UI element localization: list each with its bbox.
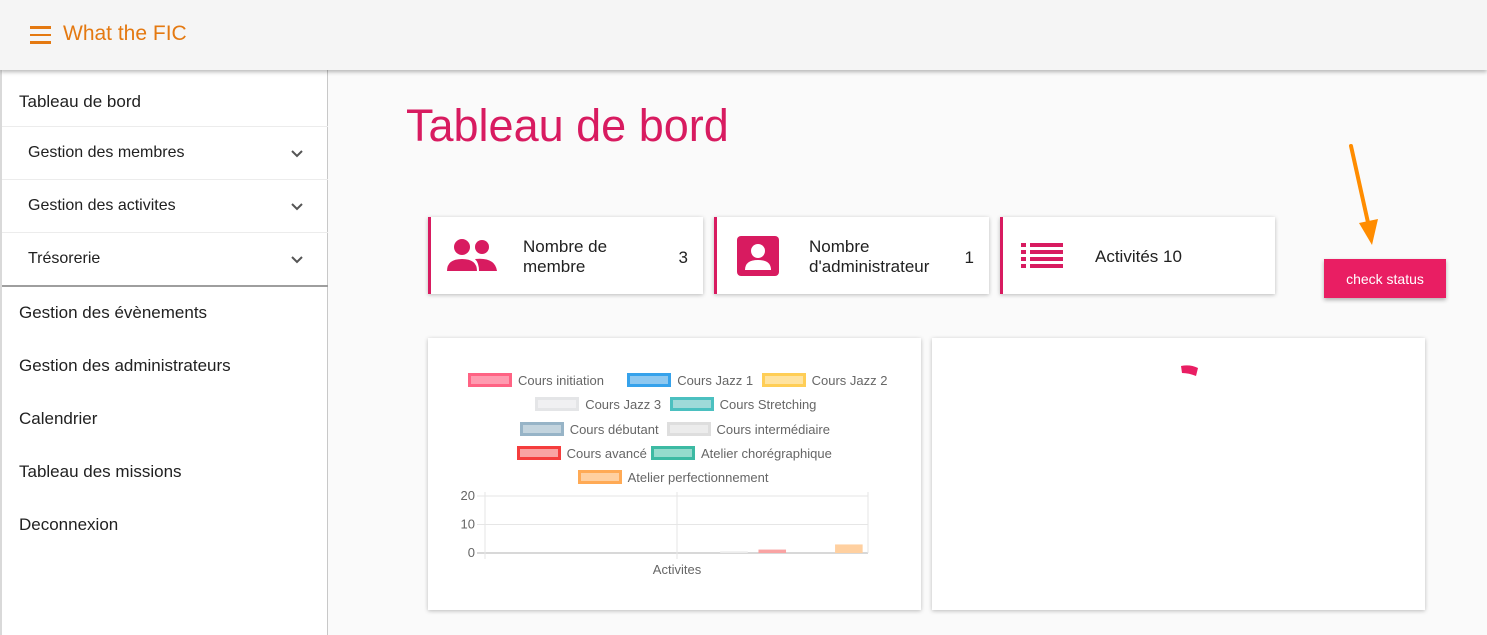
stat-card-administrateurs: Nombre d'administrateur 1	[714, 217, 989, 294]
sidebar-group-tresorerie[interactable]: Trésorerie	[2, 233, 328, 286]
sidebar-item-calendrier[interactable]: Calendrier	[19, 409, 345, 429]
top-app-bar: What the FIC	[0, 0, 1487, 70]
bar-chart: 0 10 20 Activites	[461, 488, 869, 577]
page-title: Tableau de bord	[406, 100, 729, 151]
empty-panel	[932, 338, 1425, 610]
chart-grid	[477, 492, 869, 559]
sidebar-item-deconnexion[interactable]: Deconnexion	[19, 515, 345, 535]
stat-label-line: membre	[523, 257, 586, 276]
sidebar-item-missions[interactable]: Tableau des missions	[19, 462, 345, 482]
sidebar-group-membres[interactable]: Gestion des membres	[2, 127, 328, 180]
sidebar: Tableau de bord Gestion des membres Gest…	[0, 70, 328, 635]
stat-card-activites: Activités 10	[1000, 217, 1275, 294]
chevron-down-icon	[291, 203, 303, 211]
stat-label-line: Nombre	[809, 237, 870, 256]
chart-bars	[720, 544, 863, 553]
people-icon	[447, 239, 497, 271]
stat-label-line: Nombre de	[523, 237, 608, 256]
sidebar-item-tableau-de-bord[interactable]: Tableau de bord	[19, 92, 345, 112]
bar-cours-interm-diaire[interactable]	[720, 551, 748, 553]
chart-ticks: 0 10 20	[461, 488, 475, 560]
bar-atelier-perfectionnement[interactable]	[835, 544, 863, 553]
list-icon	[1021, 243, 1063, 268]
chevron-down-icon	[291, 150, 303, 158]
stat-label: Nombre de membre	[523, 237, 607, 277]
stat-label: Activités 10	[1095, 247, 1182, 266]
sidebar-group-label: Gestion des membres	[28, 144, 185, 161]
loading-spinner-icon	[1181, 365, 1198, 376]
sidebar-item-administrateurs[interactable]: Gestion des administrateurs	[19, 356, 345, 376]
chart-panel: Cours initiation Cours Jazz 1 Cours Jazz 2…	[428, 338, 921, 610]
hamburger-menu-icon[interactable]	[30, 26, 51, 44]
sidebar-group-activites[interactable]: Gestion des activites	[2, 180, 328, 233]
app-title: What the FIC	[63, 22, 187, 45]
sidebar-group-label: Gestion des activites	[28, 197, 176, 214]
divider	[2, 285, 328, 287]
y-tick-label: 0	[468, 545, 475, 560]
y-tick-label: 10	[461, 517, 475, 532]
stat-card-membres: Nombre de membre 3	[428, 217, 703, 294]
x-axis-label: Activites	[653, 562, 702, 577]
stat-value: 3	[678, 248, 688, 267]
stat-label: Nombre d'administrateur	[809, 237, 929, 277]
sidebar-group-label: Trésorerie	[28, 250, 101, 267]
bar-cours-avanc-[interactable]	[758, 549, 787, 553]
y-tick-label: 20	[461, 488, 475, 503]
stat-value: 1	[964, 248, 974, 267]
check-status-button[interactable]: check status	[1324, 259, 1446, 298]
chevron-down-icon	[291, 256, 303, 264]
annotation-arrow-icon	[1349, 144, 1378, 245]
sidebar-item-evenements[interactable]: Gestion des évènements	[19, 303, 345, 323]
account-box-icon	[737, 236, 779, 276]
stat-label-line: d'administrateur	[809, 257, 930, 276]
